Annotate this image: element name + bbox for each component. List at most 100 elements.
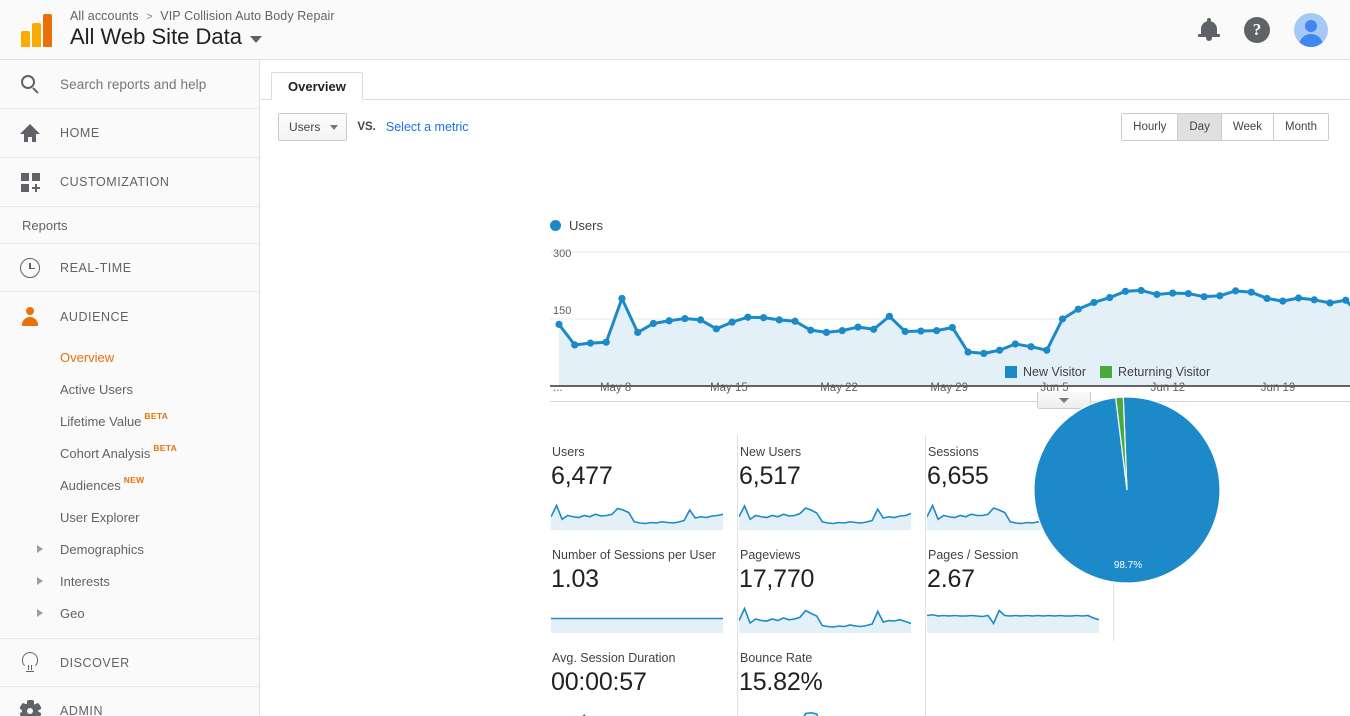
header-actions: ?	[1198, 12, 1328, 47]
granularity-button-group: Hourly Day Week Month	[1121, 113, 1329, 141]
metric-select[interactable]: Users	[278, 113, 348, 141]
x-axis-tick-label: Jun 12	[1150, 382, 1186, 394]
sidebar-item-audiences[interactable]: Audiences NEW	[0, 469, 259, 501]
vs-label: VS.	[357, 121, 376, 133]
gear-icon	[0, 700, 60, 716]
granularity-month[interactable]: Month	[1274, 114, 1328, 140]
metric-select-value: Users	[289, 120, 321, 134]
tab-bar: Overview	[261, 72, 1350, 100]
search-icon	[0, 74, 60, 94]
sidebar-item-label: AUDIENCE	[60, 309, 129, 324]
sidebar-subitem-label: Lifetime Value	[60, 413, 142, 429]
sidebar-section-reports: Reports	[22, 217, 68, 233]
sidebar-item-customization[interactable]: CUSTOMIZATION	[0, 158, 259, 207]
metric-card-title: New Users	[740, 445, 802, 459]
sidebar-subitem-label: Overview	[60, 349, 115, 365]
main-content: Overview Users VS. Select a metric Hourl…	[261, 60, 1350, 716]
tab-overview[interactable]: Overview	[271, 72, 363, 100]
sparkline	[582, 713, 586, 716]
chart-svg	[550, 251, 1350, 387]
sidebar-item-geo[interactable]: Geo	[0, 597, 259, 629]
badge-beta: BETA	[153, 443, 178, 453]
metric-card-avg-session-duration[interactable]: Avg. Session Duration 00:00:57	[550, 641, 738, 716]
audience-subitem-list: Overview Active Users Lifetime Value BET…	[0, 341, 259, 629]
metric-card-new-users[interactable]: New Users 6,517	[738, 435, 926, 538]
metric-card-row: Avg. Session Duration 00:00:57 Bounce Ra…	[550, 641, 1116, 716]
metric-card-bounce-rate[interactable]: Bounce Rate 15.82%	[738, 641, 926, 716]
person-icon	[0, 307, 60, 326]
expand-arrow-icon	[37, 609, 43, 617]
sidebar-subitem-label: Cohort Analysis	[60, 445, 151, 461]
granularity-day[interactable]: Day	[1178, 114, 1222, 140]
metric-card-title: Pageviews	[740, 548, 801, 562]
sparkline	[739, 504, 911, 530]
metric-card-title: Number of Sessions per User	[552, 548, 716, 562]
legend-item-new-visitor[interactable]: New Visitor	[1005, 365, 1086, 379]
sparkline	[551, 503, 723, 530]
sidebar: Search reports and help HOME CUSTOMIZATI…	[0, 60, 260, 716]
legend-swatch-returning-visitor	[1099, 366, 1112, 378]
metric-card-value: 6,477	[551, 462, 613, 490]
metric-card-sessions-per-user[interactable]: Number of Sessions per User 1.03	[550, 538, 738, 641]
lightbulb-icon	[0, 652, 60, 673]
view-selector[interactable]: All Web Site Data	[70, 24, 335, 50]
google-analytics-logo	[8, 13, 64, 47]
sidebar-item-demographics[interactable]: Demographics	[0, 533, 259, 565]
sidebar-item-audience[interactable]: AUDIENCE	[0, 292, 259, 341]
sparkline	[739, 606, 911, 633]
sidebar-item-overview[interactable]: Overview	[0, 341, 259, 373]
legend-label-returning-visitor: Returning Visitor	[1117, 365, 1211, 379]
sidebar-item-interests[interactable]: Interests	[0, 565, 259, 597]
sidebar-item-cohort-analysis[interactable]: Cohort Analysis BETA	[0, 437, 259, 469]
sidebar-item-active-users[interactable]: Active Users	[0, 373, 259, 405]
header-titles: All accounts > VIP Collision Auto Body R…	[70, 9, 335, 50]
metric-card-title: Avg. Session Duration	[552, 651, 676, 665]
select-a-metric-link[interactable]: Select a metric	[386, 120, 469, 134]
badge-beta: BETA	[144, 411, 169, 421]
sidebar-item-user-explorer[interactable]: User Explorer	[0, 501, 259, 533]
y-axis-tick-150: 150	[553, 305, 572, 317]
sidebar-subitem-label: Geo	[60, 605, 85, 621]
users-timeseries-chart[interactable]: 300 150 ... May 8 May 15 May 22 May 29 Jun 5…	[550, 240, 1350, 400]
sidebar-item-discover[interactable]: DISCOVER	[0, 638, 259, 687]
breadcrumb-property[interactable]: VIP Collision Auto Body Repair	[160, 9, 334, 23]
x-axis-leading-ellipsis: ...	[553, 382, 563, 394]
sidebar-item-home[interactable]: HOME	[0, 109, 259, 158]
metric-card-users[interactable]: Users 6,477	[550, 435, 738, 538]
x-axis-tick-label: May 8	[599, 382, 632, 394]
granularity-hourly[interactable]: Hourly	[1122, 114, 1179, 140]
pie-slice-label: 98.7%	[1113, 560, 1143, 571]
metric-controls: Users VS. Select a metric	[278, 113, 469, 141]
expand-arrow-icon	[37, 545, 43, 553]
breadcrumb-separator: >	[146, 11, 153, 23]
bell-icon[interactable]	[1198, 17, 1220, 42]
granularity-week[interactable]: Week	[1221, 114, 1275, 140]
sidebar-item-label: CUSTOMIZATION	[60, 175, 170, 189]
help-icon[interactable]: ?	[1244, 16, 1270, 43]
metric-card-value: 15.82%	[739, 668, 823, 696]
sidebar-item-label: HOME	[60, 126, 100, 140]
metric-card-title: Users	[552, 445, 585, 459]
breadcrumb-account[interactable]: All accounts	[70, 9, 139, 23]
metric-card-value: 6,517	[739, 462, 801, 490]
search-input[interactable]: Search reports and help	[0, 60, 259, 109]
sidebar-item-lifetime-value[interactable]: Lifetime Value BETA	[0, 405, 259, 437]
badge-new: NEW	[123, 475, 145, 485]
chevron-down-icon	[250, 35, 263, 43]
legend-item-returning-visitor[interactable]: Returning Visitor	[1099, 365, 1211, 379]
top-header-bar: All accounts > VIP Collision Auto Body R…	[0, 0, 1350, 60]
sparkline	[803, 711, 819, 716]
legend-label-users: Users	[569, 218, 603, 233]
chevron-down-icon	[330, 124, 339, 130]
legend-swatch-new-visitor	[1005, 366, 1017, 378]
sparkline	[551, 617, 723, 633]
sidebar-item-label: REAL-TIME	[60, 260, 132, 275]
sidebar-item-admin[interactable]: ADMIN	[0, 687, 259, 716]
avatar[interactable]	[1294, 12, 1328, 47]
sidebar-item-real-time[interactable]: REAL-TIME	[0, 243, 259, 292]
y-axis-tick-300: 300	[553, 248, 572, 260]
metric-card-pageviews[interactable]: Pageviews 17,770	[738, 538, 926, 641]
x-axis-tick-label: May 29	[930, 382, 969, 394]
sidebar-subitem-label: Audiences	[60, 477, 121, 493]
sidebar-subitem-label: User Explorer	[60, 509, 140, 525]
